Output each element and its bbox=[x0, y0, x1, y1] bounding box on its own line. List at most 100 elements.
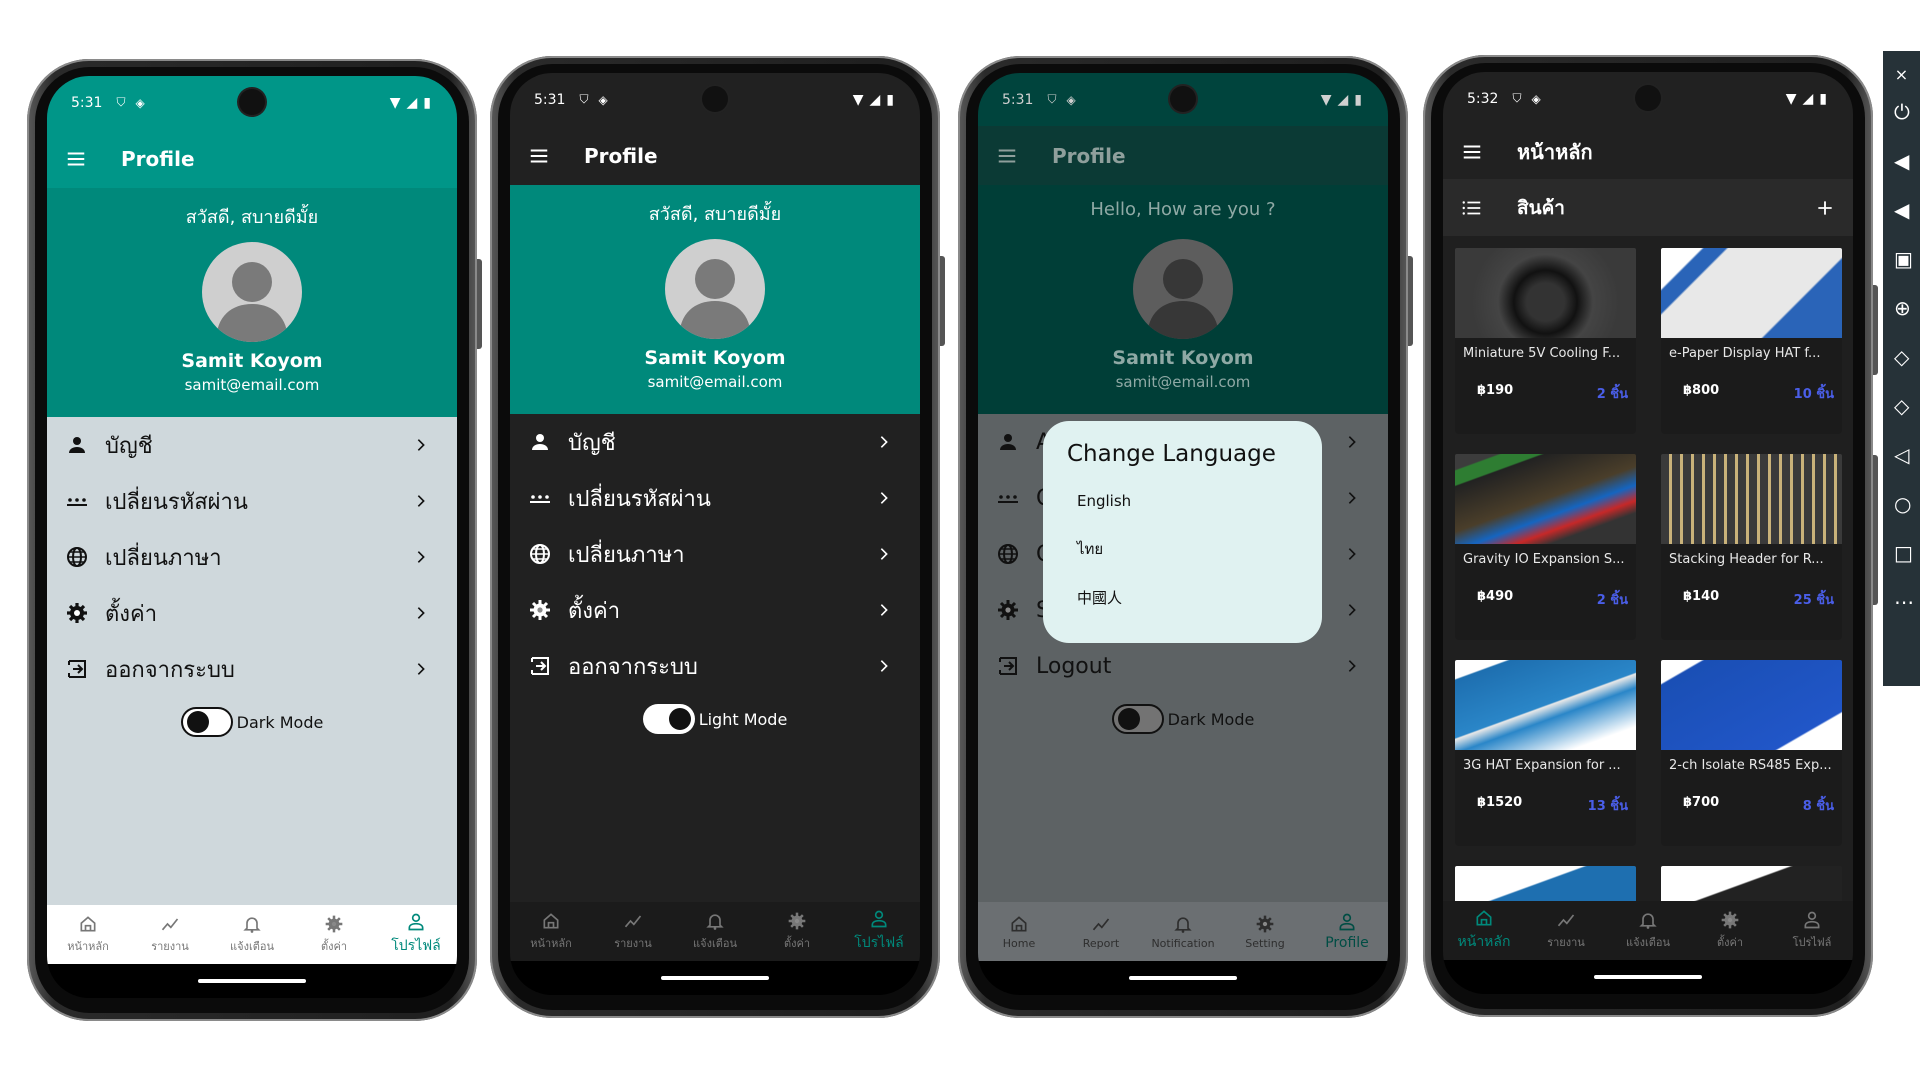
product-card[interactable]: e-Paper Display HAT f... ฿800 10 ชิ้น bbox=[1661, 248, 1842, 434]
phone-dark-profile: 5:31 ⛉ ◈ ▼ ◢ ▮ Profile สวัสดี, สบายดีมั้ย … bbox=[490, 56, 945, 1018]
menu-item-change-language[interactable]: เปลี่ยนภาษา bbox=[47, 529, 457, 585]
user-icon bbox=[406, 912, 426, 932]
menu-icon[interactable] bbox=[1461, 141, 1483, 163]
gesture-bar[interactable] bbox=[1443, 960, 1853, 994]
nav-notification[interactable]: Notification bbox=[1142, 902, 1224, 961]
shield-icon: ⛉ bbox=[116, 95, 126, 109]
nav-setting[interactable]: ตั้งค่า bbox=[293, 905, 375, 964]
chevron-right-icon bbox=[876, 658, 892, 674]
nav-profile[interactable]: Profile bbox=[1306, 902, 1388, 961]
overview-icon[interactable]: □ bbox=[1894, 528, 1920, 577]
menu-icon[interactable] bbox=[65, 148, 87, 170]
volume-up-icon[interactable]: ◀ bbox=[1894, 136, 1920, 185]
menu-icon[interactable] bbox=[528, 145, 550, 167]
emulator-toolbar: × ⏻ ◀ ◀ ▣ ⊕ ◇ ◇ ◁ ○ □ ⋯ bbox=[1883, 51, 1920, 686]
rotate-left-icon[interactable]: ◇ bbox=[1894, 332, 1920, 381]
user-icon bbox=[1802, 910, 1822, 930]
nav-label: หน้าหลัก bbox=[530, 937, 572, 950]
add-icon[interactable] bbox=[1815, 198, 1835, 218]
menu-item-logout[interactable]: ออกจากระบบ bbox=[47, 641, 457, 697]
menu-item-change-language[interactable]: เปลี่ยนภาษา bbox=[510, 526, 920, 582]
status-time: 5:32 bbox=[1467, 90, 1499, 107]
chevron-right-icon bbox=[413, 493, 429, 509]
menu-item-account[interactable]: บัญชี bbox=[47, 417, 457, 473]
menu-item-logout[interactable]: ออกจากระบบ bbox=[510, 638, 920, 694]
gesture-bar[interactable] bbox=[47, 964, 457, 998]
nav-profile[interactable]: โปรไฟล์ bbox=[1771, 901, 1853, 960]
nav-setting[interactable]: ตั้งค่า bbox=[1689, 901, 1771, 960]
status-bar: 5:31 ⛉ ◈ ▼ ◢ ▮ bbox=[510, 73, 920, 126]
close-icon[interactable]: × bbox=[1883, 61, 1920, 87]
nav-home[interactable]: หน้าหลัก bbox=[47, 905, 129, 964]
section-bar: สินค้า bbox=[1443, 179, 1853, 236]
product-card[interactable]: Miniature 5V Cooling F... ฿190 2 ชิ้น bbox=[1455, 248, 1636, 434]
nav-report[interactable]: รายงาน bbox=[129, 905, 211, 964]
wifi-icon: ▼ bbox=[389, 94, 401, 111]
menu-label: ตั้งค่า bbox=[568, 598, 621, 624]
nav-notification[interactable]: แจ้งเตือน bbox=[211, 905, 293, 964]
nav-home[interactable]: หน้าหลัก bbox=[1443, 901, 1525, 960]
phone-products: 5:32 ⛉ ◈ ▼ ◢ ▮ หน้าหลัก สินค้า Miniature 5… bbox=[1423, 55, 1878, 1017]
zoom-icon[interactable]: ⊕ bbox=[1894, 283, 1920, 332]
product-card-partial[interactable] bbox=[1661, 866, 1842, 901]
product-card[interactable]: Stacking Header for R... ฿140 25 ชิ้น bbox=[1661, 454, 1842, 640]
nav-report[interactable]: Report bbox=[1060, 902, 1142, 961]
menu-item-account[interactable]: บัญชี bbox=[510, 414, 920, 470]
nav-profile[interactable]: โปรไฟล์ bbox=[838, 902, 920, 961]
product-name: Stacking Header for R... bbox=[1669, 552, 1824, 567]
battery-icon: ▮ bbox=[423, 94, 431, 111]
product-qty: 8 ชิ้น bbox=[1802, 799, 1834, 814]
product-card[interactable]: Gravity IO Expansion S... ฿490 2 ชิ้น bbox=[1455, 454, 1636, 640]
gesture-bar[interactable] bbox=[978, 961, 1388, 995]
menu-icon[interactable] bbox=[996, 145, 1018, 167]
greeting: Hello, How are you ? bbox=[1090, 199, 1276, 220]
menu-item-change-password[interactable]: เปลี่ยนรหัสผ่าน bbox=[47, 473, 457, 529]
chevron-right-icon bbox=[1344, 434, 1360, 450]
language-option-english[interactable]: English bbox=[1067, 477, 1298, 525]
password-icon bbox=[996, 486, 1020, 510]
person-icon bbox=[996, 430, 1020, 454]
avatar[interactable] bbox=[202, 242, 302, 342]
bottom-nav: หน้าหลัก รายงาน แจ้งเตือน ตั้งค่า โปรไฟล… bbox=[510, 902, 920, 961]
language-option-chinese[interactable]: 中國人 bbox=[1067, 573, 1298, 621]
dark-mode-toggle[interactable] bbox=[180, 707, 233, 737]
product-card[interactable]: 3G HAT Expansion for ... ฿1520 13 ชิ้น bbox=[1455, 660, 1636, 846]
camera-icon[interactable]: ▣ bbox=[1894, 234, 1920, 283]
more-icon[interactable]: ⋯ bbox=[1894, 577, 1920, 626]
nav-notification[interactable]: แจ้งเตือน bbox=[1607, 901, 1689, 960]
globe-icon bbox=[528, 542, 552, 566]
nav-notification[interactable]: แจ้งเตือน bbox=[674, 902, 756, 961]
nav-home[interactable]: Home bbox=[978, 902, 1060, 961]
person-icon bbox=[65, 433, 89, 457]
home-icon[interactable]: ○ bbox=[1894, 479, 1920, 528]
nav-home[interactable]: หน้าหลัก bbox=[510, 902, 592, 961]
power-icon[interactable]: ⏻ bbox=[1894, 87, 1920, 136]
gesture-bar[interactable] bbox=[510, 961, 920, 995]
nav-label: หน้าหลัก bbox=[67, 940, 109, 953]
menu-item-settings[interactable]: ตั้งค่า bbox=[47, 585, 457, 641]
menu-item-change-password[interactable]: เปลี่ยนรหัสผ่าน bbox=[510, 470, 920, 526]
nav-setting[interactable]: ตั้งค่า bbox=[756, 902, 838, 961]
light-mode-toggle[interactable] bbox=[642, 704, 695, 734]
light-mode-label: Light Mode bbox=[698, 709, 788, 729]
product-card[interactable]: 2-ch Isolate RS485 Exp... ฿700 8 ชิ้น bbox=[1661, 660, 1842, 846]
rotate-right-icon[interactable]: ◇ bbox=[1894, 381, 1920, 430]
notification-dot-icon: ◈ bbox=[1066, 92, 1076, 107]
dark-mode-row: Dark Mode bbox=[47, 697, 457, 747]
nav-report[interactable]: รายงาน bbox=[592, 902, 674, 961]
product-card-partial[interactable] bbox=[1455, 866, 1636, 901]
volume-down-icon[interactable]: ◀ bbox=[1894, 185, 1920, 234]
back-icon[interactable]: ◁ bbox=[1894, 430, 1920, 479]
status-bar: 5:31 ⛉ ◈ ▼ ◢ ▮ bbox=[978, 73, 1388, 126]
dark-mode-toggle[interactable] bbox=[1111, 704, 1164, 734]
nav-profile[interactable]: โปรไฟล์ bbox=[375, 905, 457, 964]
avatar[interactable] bbox=[665, 239, 765, 339]
avatar[interactable] bbox=[1133, 239, 1233, 339]
nav-label: Notification bbox=[1151, 936, 1215, 950]
menu-item-settings[interactable]: ตั้งค่า bbox=[510, 582, 920, 638]
nav-setting[interactable]: Setting bbox=[1224, 902, 1306, 961]
nav-report[interactable]: รายงาน bbox=[1525, 901, 1607, 960]
language-option-thai[interactable]: ไทย bbox=[1067, 525, 1298, 573]
gear-icon bbox=[528, 598, 552, 622]
menu-item-logout[interactable]: Logout bbox=[978, 638, 1388, 694]
